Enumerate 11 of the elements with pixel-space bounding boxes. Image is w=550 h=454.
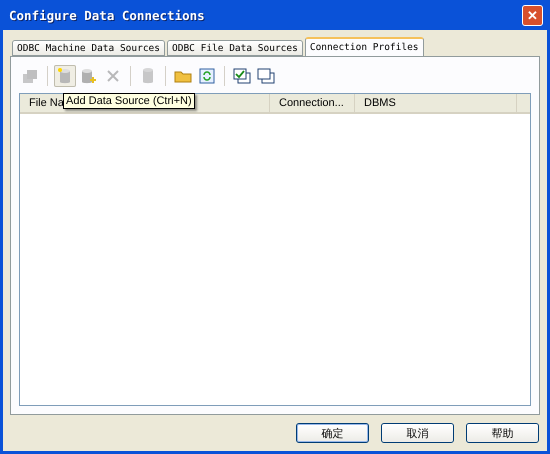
tab[interactable]: ODBC Machine Data Sources [12, 40, 165, 56]
column-header[interactable]: DBMS [355, 94, 517, 112]
window-title: Configure Data Connections [9, 8, 205, 22]
tab[interactable]: ODBC File Data Sources [167, 40, 303, 56]
close-button[interactable]: ✕ [522, 4, 543, 26]
dialog-button[interactable]: 取消 [381, 423, 454, 443]
tab[interactable]: Connection Profiles [304, 37, 424, 56]
dialog-button[interactable]: 帮助 [466, 423, 539, 443]
column-header[interactable]: Connection... [270, 94, 355, 112]
tooltip: Add Data Source (Ctrl+N) [63, 93, 195, 109]
dialog-button[interactable]: 确定 [296, 423, 369, 443]
